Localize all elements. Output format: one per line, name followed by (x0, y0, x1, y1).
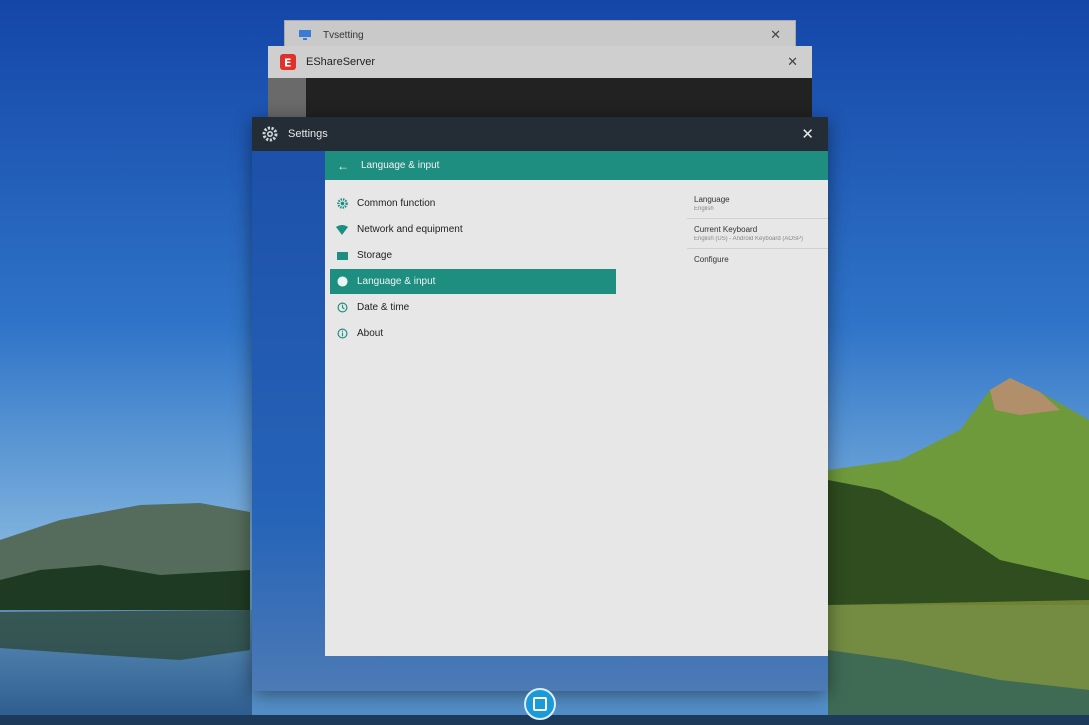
close-icon[interactable]: ✕ (770, 27, 781, 43)
panel-header: ← Language & input (325, 151, 828, 180)
settings-window[interactable]: Settings ✕ ← Language & input Common fun… (252, 117, 828, 691)
close-icon[interactable]: ✕ (787, 54, 798, 70)
menu-item-storage[interactable]: Storage (330, 243, 616, 268)
recent-apps-button[interactable] (524, 688, 556, 720)
gear-icon (262, 126, 278, 142)
window-title: EShareServer (306, 56, 376, 68)
svg-text:E: E (284, 57, 292, 70)
window-title: Tvsetting (323, 29, 364, 41)
window-titlebar: E EShareServer ✕ (268, 46, 812, 79)
menu-item-language-and-input[interactable]: Language & input (330, 269, 616, 294)
menu-item-label: Storage (357, 250, 393, 261)
menu-item-label: Date & time (357, 302, 410, 313)
current-keyboard-setting[interactable]: Current Keyboard English (US) - Android … (687, 219, 828, 249)
page-title: Language & input (361, 160, 440, 171)
clock-icon (336, 302, 348, 314)
gear-icon (336, 198, 348, 210)
menu-item-about[interactable]: About (330, 321, 616, 346)
settings-panel: ← Language & input Common function Netwo… (325, 151, 828, 656)
window-title: Settings (288, 128, 328, 140)
menu-item-network-and-equipment[interactable]: Network and equipment (330, 217, 616, 242)
menu-item-label: About (357, 328, 384, 339)
menu-item-date-and-time[interactable]: Date & time (330, 295, 616, 320)
square-icon (533, 697, 547, 711)
setting-title: Configure (694, 255, 729, 264)
menu-item-common-function[interactable]: Common function (330, 191, 616, 216)
close-icon[interactable]: ✕ (801, 125, 814, 143)
wifi-icon (336, 224, 348, 236)
setting-value: English (694, 206, 714, 212)
globe-icon (336, 276, 348, 288)
configure-setting[interactable]: Configure (687, 249, 828, 270)
menu-item-label: Language & input (357, 276, 436, 287)
storage-icon (336, 250, 348, 262)
menu-item-label: Network and equipment (357, 224, 463, 235)
setting-title: Current Keyboard (694, 225, 758, 234)
info-icon (336, 328, 348, 340)
window-titlebar: Settings ✕ (252, 117, 828, 151)
detail-list: Language English Current Keyboard Englis… (687, 189, 828, 270)
eshare-app-icon: E (280, 54, 296, 70)
setting-title: Language (694, 195, 730, 204)
settings-menu: Common function Network and equipment St… (330, 191, 616, 347)
menu-item-label: Common function (357, 198, 436, 209)
back-arrow-icon[interactable]: ← (337, 159, 349, 173)
monitor-icon (297, 27, 313, 43)
language-setting[interactable]: Language English (687, 189, 828, 219)
setting-value: English (US) - Android Keyboard (AOSP) (694, 236, 804, 242)
